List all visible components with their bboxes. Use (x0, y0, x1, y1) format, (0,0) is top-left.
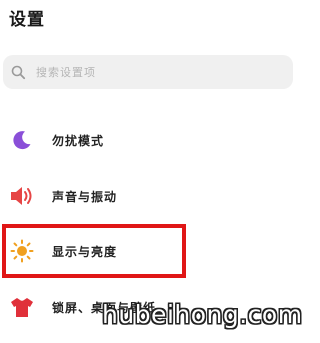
speaker-icon (9, 183, 35, 209)
menu-item-label: 勿扰模式 (52, 133, 105, 148)
moon-icon (9, 127, 35, 153)
highlight-annotation (2, 224, 186, 278)
menu-item-do-not-disturb[interactable]: 勿扰模式 (0, 120, 296, 160)
menu-item-label: 声音与振动 (52, 189, 118, 204)
watermark: hubeihong.com (102, 300, 303, 329)
search-icon (11, 65, 26, 80)
page-title: 设置 (9, 10, 45, 30)
search-placeholder: 搜索设置项 (36, 66, 96, 79)
shirt-icon (9, 294, 35, 320)
search-input[interactable]: 搜索设置项 (3, 55, 293, 89)
menu-item-sound[interactable]: 声音与振动 (0, 176, 296, 216)
